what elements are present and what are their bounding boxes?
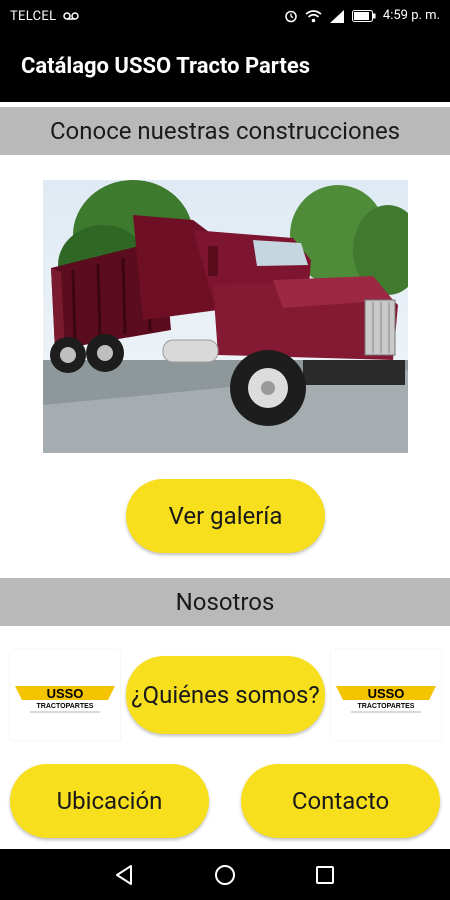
app-title: Catálago USSO Tracto Partes bbox=[21, 54, 311, 79]
app-bar: Catálago USSO Tracto Partes bbox=[0, 34, 450, 102]
status-bar: TELCEL 4:59 p. m. bbox=[0, 0, 450, 34]
system-nav-bar bbox=[0, 849, 450, 900]
contacto-button[interactable]: Contacto bbox=[241, 764, 440, 838]
quienes-somos-button[interactable]: ¿Quiénes somos? bbox=[126, 656, 325, 734]
ver-galeria-button[interactable]: Ver galería bbox=[126, 479, 325, 553]
voicemail-icon bbox=[63, 12, 79, 20]
recents-icon[interactable] bbox=[313, 863, 337, 887]
back-icon[interactable] bbox=[113, 863, 137, 887]
signal-icon bbox=[329, 9, 344, 23]
logo-subtitle-text: TRACTOPARTES bbox=[358, 703, 415, 710]
logo-brand-text: USSO bbox=[47, 686, 84, 701]
clock-time: 4:59 p. m. bbox=[382, 8, 440, 23]
section-header-nosotros: Nosotros bbox=[0, 578, 450, 626]
usso-logo-left: USSO TRACTOPARTES bbox=[10, 650, 120, 740]
carrier-name: TELCEL bbox=[10, 9, 57, 24]
logo-subtitle-text: TRACTOPARTES bbox=[37, 703, 94, 710]
usso-logo-right: USSO TRACTOPARTES bbox=[331, 650, 441, 740]
logo-brand-text: USSO bbox=[368, 686, 405, 701]
ubicacion-button[interactable]: Ubicación bbox=[10, 764, 209, 838]
wifi-icon bbox=[305, 9, 322, 22]
alarm-icon bbox=[285, 10, 297, 22]
home-icon[interactable] bbox=[213, 863, 237, 887]
truck-photo[interactable] bbox=[43, 180, 408, 453]
battery-icon bbox=[351, 9, 376, 22]
section-header-construcciones: Conoce nuestras construcciones bbox=[0, 107, 450, 155]
